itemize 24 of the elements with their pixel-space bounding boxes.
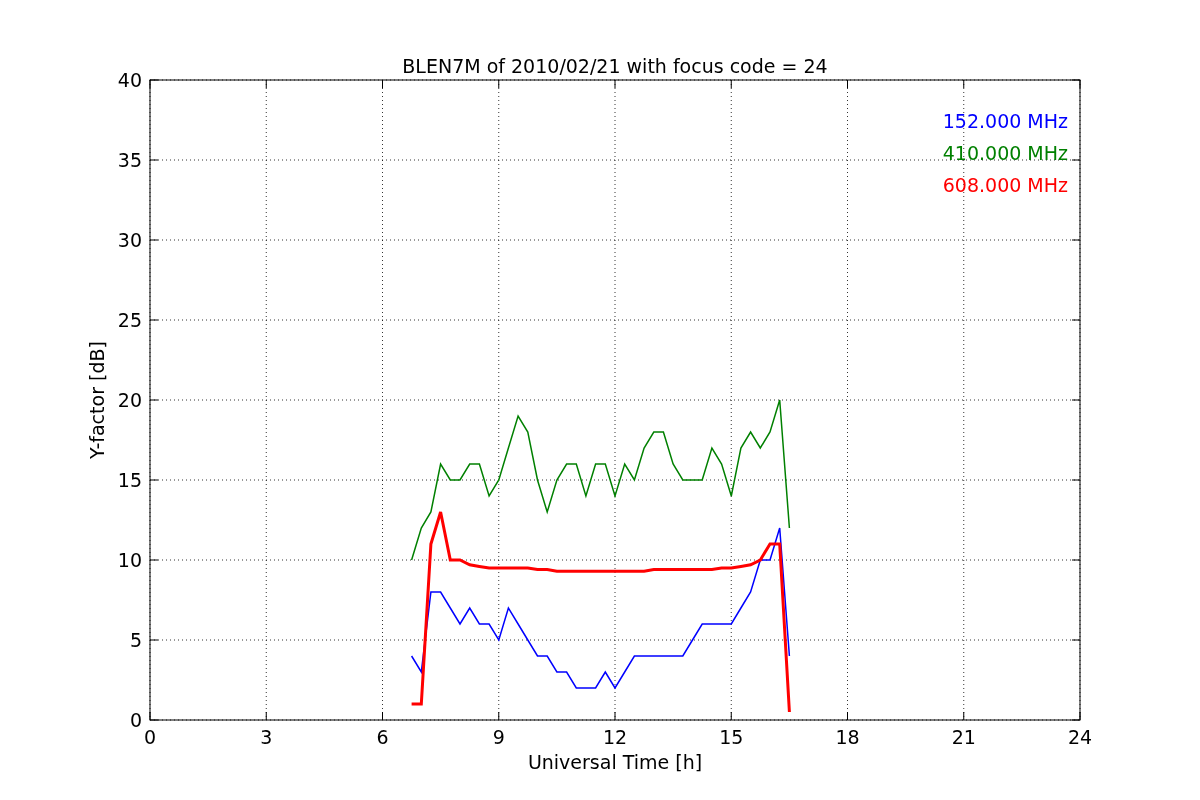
legend-label: 608.000 MHz <box>942 174 1068 196</box>
y-tick-label: 20 <box>117 389 142 411</box>
legend-label: 152.000 MHz <box>942 110 1068 132</box>
x-tick-label: 12 <box>602 726 628 748</box>
x-axis-label: Universal Time [h] <box>527 751 703 773</box>
y-tick-label: 35 <box>117 149 142 171</box>
legend-label: 410.000 MHz <box>942 142 1068 164</box>
x-tick-label: 6 <box>376 726 389 748</box>
x-tick-label: 9 <box>492 726 505 748</box>
y-tick-label: 0 <box>129 709 142 731</box>
x-tick-label: 3 <box>260 726 273 748</box>
y-axis-label: Y-factor [dB] <box>86 341 108 459</box>
x-tick-label: 15 <box>719 726 744 748</box>
x-tick-label: 21 <box>951 726 976 748</box>
chart-title: BLEN7M of 2010/02/21 with focus code = 24 <box>402 55 828 77</box>
y-tick-label: 25 <box>117 309 142 331</box>
y-tick-label: 30 <box>117 229 142 251</box>
y-tick-label: 5 <box>129 629 142 651</box>
x-tick-label: 0 <box>143 726 157 748</box>
y-tick-label: 15 <box>117 469 142 491</box>
x-tick-label: 18 <box>835 726 860 748</box>
x-tick-label: 24 <box>1067 726 1093 748</box>
y-tick-label: 10 <box>117 549 142 571</box>
y-tick-label: 40 <box>117 69 142 91</box>
